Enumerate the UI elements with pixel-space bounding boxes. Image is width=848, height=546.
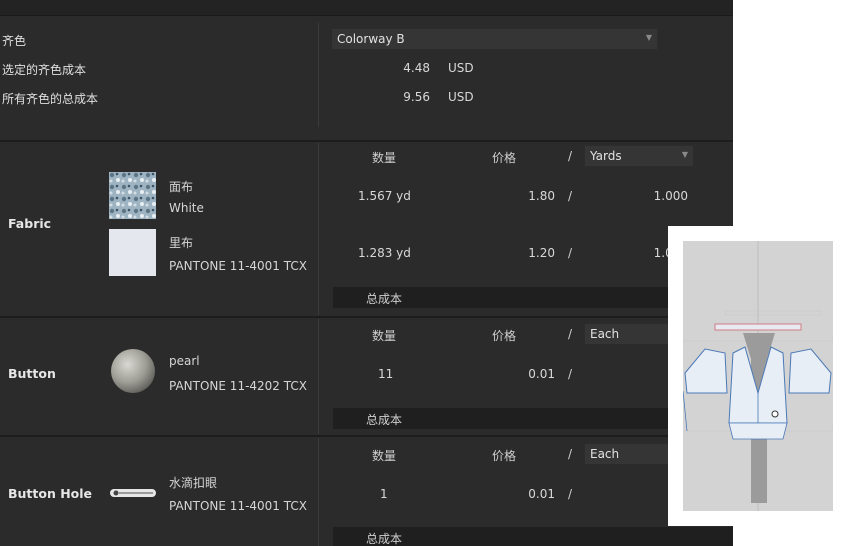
colorway-select[interactable]: Colorway B ▼	[331, 28, 658, 50]
cost-summary: 齐色 Colorway B ▼ 选定的齐色成本 4.48 USD 所有齐色的总成…	[0, 15, 733, 141]
unit-select-value: Yards	[590, 149, 622, 163]
total-cost-label: 所有齐色的总成本	[2, 92, 99, 106]
button-item-color: PANTONE 11-4202 TCX	[169, 379, 307, 393]
buttonhole-section-label: Button Hole	[8, 486, 93, 501]
price-header: 价格	[492, 151, 517, 165]
lining-item-color: PANTONE 11-4001 TCX	[169, 259, 307, 273]
per-slash: /	[568, 327, 573, 341]
price-header: 价格	[492, 449, 517, 463]
section-divider	[0, 435, 733, 437]
colorway-select-value: Colorway B	[337, 32, 405, 46]
quantity-header: 数量	[372, 329, 397, 343]
fabric-divider	[318, 143, 319, 315]
buttonhole-price[interactable]: 0.01	[500, 487, 555, 501]
total-cost-currency: USD	[448, 90, 474, 104]
buttonhole-icon[interactable]	[108, 486, 158, 500]
total-cost-value: 9.56	[403, 90, 430, 104]
lining-price[interactable]: 1.20	[500, 246, 555, 260]
buttonhole-divider	[318, 438, 319, 546]
chevron-down-icon: ▼	[681, 150, 688, 159]
buttonhole-item-name: 水滴扣眼	[169, 476, 218, 490]
cost-panel: 齐色 Colorway B ▼ 选定的齐色成本 4.48 USD 所有齐色的总成…	[0, 0, 733, 546]
total-cost-label: 总成本	[366, 292, 403, 306]
unit-select-yards[interactable]: Yards ▼	[584, 145, 694, 167]
total-cost-label: 总成本	[366, 532, 403, 546]
unit-select-value: Each	[590, 447, 620, 461]
panel-topbar	[0, 0, 733, 16]
button-divider	[318, 319, 319, 434]
pearl-button-icon[interactable]	[110, 348, 156, 394]
selected-cost-label: 选定的齐色成本	[2, 63, 87, 77]
fabric-item-color: White	[169, 201, 204, 215]
fabric-price[interactable]: 1.80	[500, 189, 555, 203]
section-divider	[0, 140, 733, 142]
per-slash: /	[568, 189, 573, 203]
per-slash: /	[568, 149, 573, 163]
lining-swatch[interactable]	[109, 229, 156, 276]
button-item-name: pearl	[169, 354, 200, 368]
per-slash: /	[568, 447, 573, 461]
per-slash: /	[568, 246, 573, 260]
quantity-header: 数量	[372, 151, 397, 165]
quantity-header: 数量	[372, 449, 397, 463]
fabric-quantity[interactable]: 1.567 yd	[358, 189, 411, 203]
section-divider	[0, 316, 733, 318]
garment-pattern-illustration	[682, 241, 833, 511]
per-slash: /	[568, 367, 573, 381]
lining-item-name: 里布	[169, 236, 194, 250]
fabric-print-swatch[interactable]	[109, 172, 156, 219]
garment-preview[interactable]	[668, 226, 848, 526]
unit-select-value: Each	[590, 327, 620, 341]
per-slash: /	[568, 487, 573, 501]
garment-preview-canvas	[682, 241, 833, 511]
button-quantity[interactable]: 11	[378, 367, 393, 381]
price-header: 价格	[492, 329, 517, 343]
button-price[interactable]: 0.01	[500, 367, 555, 381]
selected-cost-value: 4.48	[403, 61, 430, 75]
fabric-item-name: 面布	[169, 180, 194, 194]
lining-quantity[interactable]: 1.283 yd	[358, 246, 411, 260]
colorway-label: 齐色	[2, 34, 27, 48]
total-cost-label: 总成本	[366, 413, 403, 427]
button-section-label: Button	[8, 366, 56, 381]
selected-cost-currency: USD	[448, 61, 474, 75]
fabric-section-label: Fabric	[8, 216, 52, 231]
buttonhole-total-cost-bar: 总成本	[333, 527, 733, 546]
buttonhole-item-color: PANTONE 11-4001 TCX	[169, 499, 307, 513]
fabric-per-unit[interactable]: 1.000	[620, 189, 688, 203]
chevron-down-icon: ▼	[645, 33, 652, 42]
buttonhole-quantity[interactable]: 1	[380, 487, 388, 501]
summary-divider	[318, 23, 319, 127]
